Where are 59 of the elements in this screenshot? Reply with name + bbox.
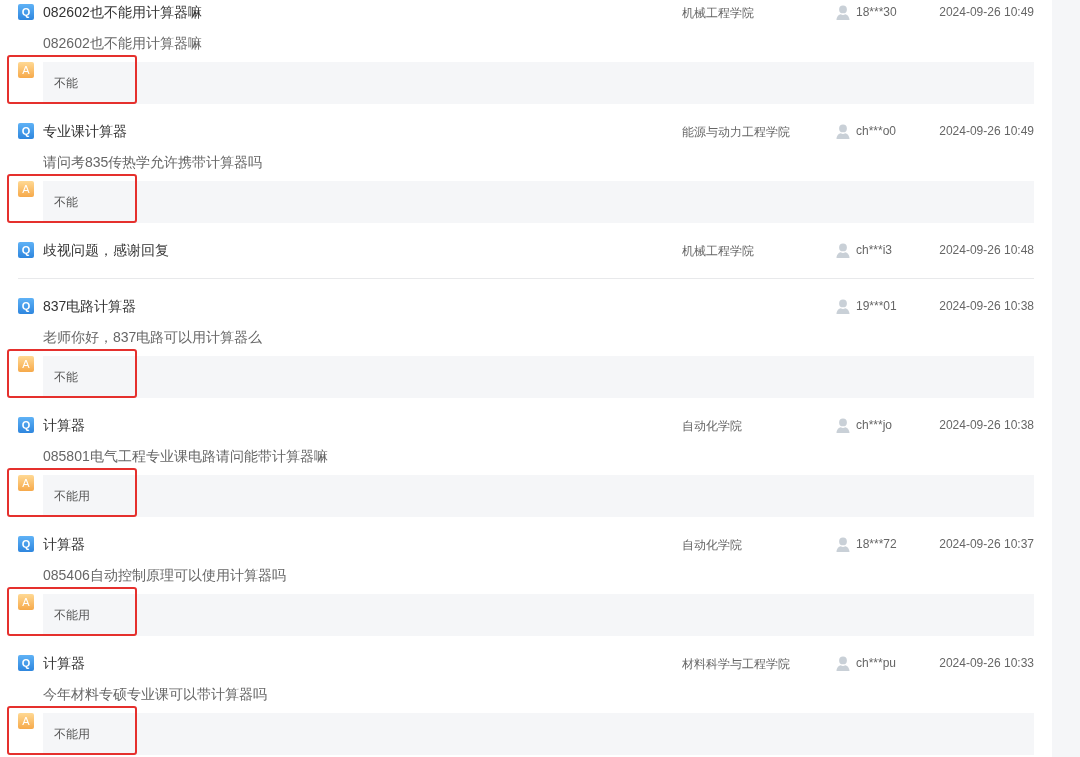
department-label: 自动化学院	[682, 537, 742, 552]
question-title[interactable]: 计算器	[43, 535, 85, 552]
department-label: 能源与动力工程学院	[682, 124, 790, 139]
answer-text: 不能用	[54, 725, 90, 743]
answer-text: 不能用	[54, 487, 90, 505]
answer-text: 不能用	[54, 606, 90, 624]
answer-tag: A	[18, 181, 34, 197]
question-tag: Q	[18, 4, 34, 20]
post-time: 2024-09-26 10:38	[938, 299, 1034, 313]
question-title[interactable]: 082602也不能用计算器嘛	[43, 3, 202, 20]
question-tag: Q	[18, 242, 34, 258]
answer-tag: A	[18, 594, 34, 610]
answer-text: 不能	[54, 74, 78, 92]
question-body: 老师你好，837电路可以用计算器么	[43, 329, 263, 345]
post-time: 2024-09-26 10:48	[938, 243, 1034, 257]
user-icon	[836, 242, 850, 258]
question-body: 085801电气工程专业课电路请问能带计算器嘛	[43, 448, 328, 464]
question-body: 082602也不能用计算器嘛	[43, 35, 202, 51]
question-body: 请问考835传热学允许携带计算器吗	[43, 154, 263, 170]
user-name: 18***30	[856, 5, 897, 19]
user-icon	[836, 4, 850, 20]
answer-tag: A	[18, 713, 34, 729]
user-name: ch***i3	[856, 243, 893, 257]
user-name: 18***72	[856, 537, 897, 551]
question-tag: Q	[18, 298, 34, 314]
department-label: 材料科学与工程学院	[682, 656, 790, 671]
user-icon	[836, 417, 850, 433]
question-title[interactable]: 专业课计算器	[43, 122, 127, 139]
post-time: 2024-09-26 10:49	[938, 124, 1034, 138]
answer-tag: A	[18, 356, 34, 372]
question-tag: Q	[18, 655, 34, 671]
question-tag: Q	[18, 417, 34, 433]
user-name: 19***01	[856, 299, 897, 313]
question-tag: Q	[18, 536, 34, 552]
department-label: 自动化学院	[682, 418, 742, 433]
question-body: 今年材料专硕专业课可以带计算器吗	[43, 686, 267, 702]
answer-text: 不能	[54, 368, 78, 386]
department-label: 机械工程学院	[682, 5, 754, 20]
user-icon	[836, 536, 850, 552]
answer-tag: A	[18, 62, 34, 78]
question-title[interactable]: 计算器	[43, 654, 85, 671]
answer-tag: A	[18, 475, 34, 491]
question-body: 085406自动控制原理可以使用计算器吗	[43, 567, 286, 583]
post-time: 2024-09-26 10:38	[938, 418, 1034, 432]
post-time: 2024-09-26 10:37	[938, 537, 1034, 551]
user-name: ch***o0	[856, 124, 897, 138]
user-icon	[836, 123, 850, 139]
user-name: ch***jo	[856, 418, 893, 432]
question-title[interactable]: 歧视问题，感谢回复	[43, 241, 169, 258]
user-name: ch***pu	[856, 656, 897, 670]
department-label: 机械工程学院	[682, 243, 754, 258]
answer-text: 不能	[54, 193, 78, 211]
user-icon	[836, 655, 850, 671]
post-time: 2024-09-26 10:33	[938, 656, 1034, 670]
question-title[interactable]: 计算器	[43, 416, 85, 433]
post-time: 2024-09-26 10:49	[938, 5, 1034, 19]
user-icon	[836, 298, 850, 314]
question-title[interactable]: 837电路计算器	[43, 297, 137, 314]
question-tag: Q	[18, 123, 34, 139]
